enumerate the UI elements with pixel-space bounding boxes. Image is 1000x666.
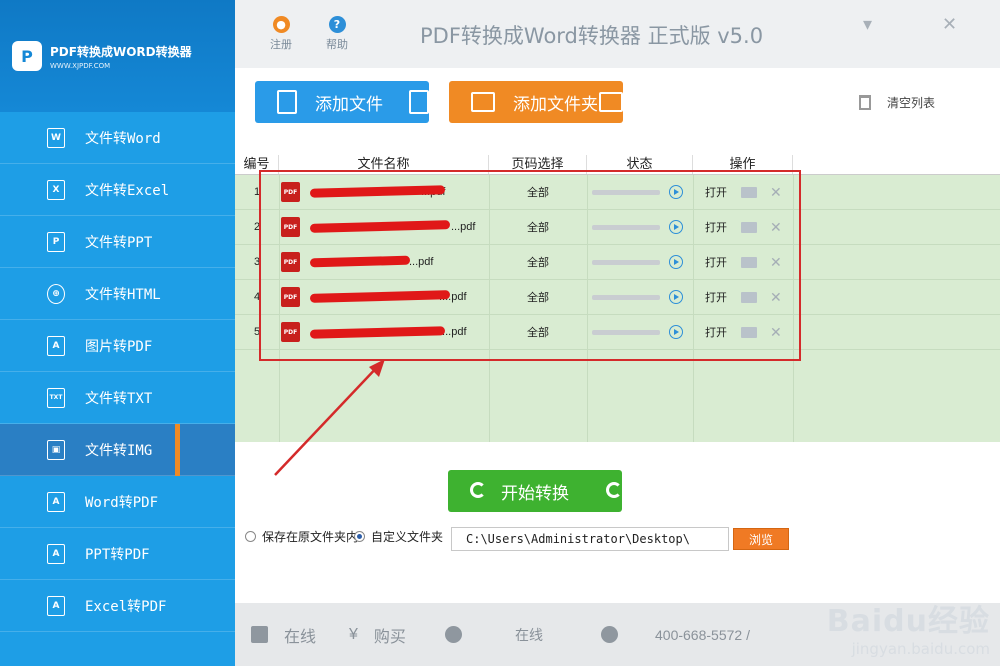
pdf-doc-icon: A xyxy=(47,543,65,564)
sidebar-item-file-to-ppt[interactable]: P 文件转PPT xyxy=(0,216,235,268)
brand-header: P PDF转换成WORD转换器 WWW.XJPDF.COM xyxy=(0,0,235,112)
add-file-label: 添加文件 xyxy=(315,94,383,115)
word-icon: W xyxy=(47,127,65,148)
txt-icon: TXT xyxy=(47,387,65,408)
sidebar-item-label: 文件转IMG xyxy=(85,442,153,459)
online-service-label: 在线 xyxy=(284,628,317,646)
brand-name: PDF转换成WORD转换器 xyxy=(50,44,192,59)
file-icon xyxy=(409,90,429,114)
add-folder-label: 添加文件夹 xyxy=(513,94,598,115)
sidebar-item-ppt-to-pdf[interactable]: A PPT转PDF xyxy=(0,528,235,580)
phone-icon-wrap xyxy=(601,626,634,643)
sidebar-item-label: Excel转PDF xyxy=(85,598,167,615)
sidebar-item-label: 文件转TXT xyxy=(85,390,153,407)
sidebar-item-file-to-word[interactable]: W 文件转Word xyxy=(0,112,235,164)
pdf-doc-icon: A xyxy=(47,335,65,356)
phone-number: 400-668-5572 / xyxy=(655,626,750,643)
globe-icon: ⊕ xyxy=(47,283,65,304)
register-button[interactable]: ● 注册 xyxy=(263,16,299,52)
pdf-doc-icon: A xyxy=(47,595,65,616)
brand-url: WWW.XJPDF.COM xyxy=(50,61,111,70)
yen-icon: ¥ xyxy=(349,625,358,643)
save-custom-radio[interactable] xyxy=(354,531,366,542)
user-icon: ● xyxy=(272,16,290,33)
sidebar-item-label: PPT转PDF xyxy=(85,546,150,563)
save-custom-label: 自定义文件夹 xyxy=(371,530,444,544)
save-location: 保存在原文件夹内 自定义文件夹 xyxy=(245,528,443,545)
register-label: 注册 xyxy=(270,39,292,51)
browse-button[interactable]: 浏览 xyxy=(733,528,789,550)
baidu-watermark: Baidu经验 jingyan.baidu.com xyxy=(827,596,990,658)
document-icon xyxy=(251,626,268,643)
start-convert-label: 开始转换 xyxy=(501,483,569,504)
output-path-input[interactable]: C:\Users\Administrator\Desktop\ xyxy=(451,527,729,551)
sidebar-item-file-to-excel[interactable]: X 文件转Excel xyxy=(0,164,235,216)
add-file-button[interactable]: 添加文件 xyxy=(255,81,429,123)
sidebar-item-label: 文件转HTML xyxy=(85,286,161,303)
online-service-button[interactable]: 在线 xyxy=(251,623,316,647)
folder-icon xyxy=(471,92,495,112)
watermark-url: jingyan.baidu.com xyxy=(851,640,990,658)
sidebar-item-label: Word转PDF xyxy=(85,494,159,511)
app-logo-icon: P xyxy=(12,41,42,71)
sidebar: P PDF转换成WORD转换器 WWW.XJPDF.COM W 文件转Word X… xyxy=(0,0,235,666)
file-icon xyxy=(277,90,297,114)
sidebar-item-image-to-pdf[interactable]: A 图片转PDF xyxy=(0,320,235,372)
annotation-box xyxy=(259,170,801,361)
sidebar-item-file-to-img[interactable]: ▣ 文件转IMG xyxy=(0,424,235,476)
help-button[interactable]: ? 帮助 xyxy=(319,16,355,52)
sidebar-item-excel-to-pdf[interactable]: A Excel转PDF xyxy=(0,580,235,632)
sidebar-item-label: 文件转Excel xyxy=(85,182,170,199)
start-convert-button[interactable]: 开始转换 xyxy=(448,470,622,512)
main-panel: ● 注册 ? 帮助 PDF转换成Word转换器 正式版 v5.0 ▾ ✕ 添加文… xyxy=(235,0,1000,666)
save-original-label: 保存在原文件夹内 xyxy=(262,530,359,544)
sidebar-item-label: 文件转PPT xyxy=(85,234,153,251)
sidebar-item-file-to-html[interactable]: ⊕ 文件转HTML xyxy=(0,268,235,320)
app-title: PDF转换成Word转换器 正式版 v5.0 xyxy=(420,24,764,48)
sidebar-item-file-to-txt[interactable]: TXT 文件转TXT xyxy=(0,372,235,424)
qq-icon xyxy=(445,626,462,643)
pdf-doc-icon: A xyxy=(47,491,65,512)
phone-icon xyxy=(601,626,618,643)
annotation-arrow xyxy=(274,359,385,476)
excel-icon: X xyxy=(47,179,65,200)
clear-list-button[interactable]: 清空列表 xyxy=(858,94,935,111)
save-original-radio[interactable] xyxy=(245,531,256,542)
title-bar: ● 注册 ? 帮助 PDF转换成Word转换器 正式版 v5.0 ▾ ✕ xyxy=(235,0,1000,68)
trash-icon xyxy=(858,95,871,110)
qq-icon-button[interactable] xyxy=(445,626,478,643)
buy-button[interactable]: ¥ 购买 xyxy=(349,623,406,647)
help-label: 帮助 xyxy=(326,39,348,51)
refresh-icon xyxy=(606,482,622,498)
refresh-icon xyxy=(470,482,486,498)
folder-icon xyxy=(599,92,623,112)
minimize-icon[interactable]: ▾ xyxy=(863,14,872,35)
ppt-icon: P xyxy=(47,231,65,252)
sidebar-item-word-to-pdf[interactable]: A Word转PDF xyxy=(0,476,235,528)
help-icon: ? xyxy=(328,16,346,33)
sidebar-item-label: 文件转Word xyxy=(85,130,161,147)
add-folder-button[interactable]: 添加文件夹 xyxy=(449,81,623,123)
sidebar-item-label: 图片转PDF xyxy=(85,338,153,355)
close-icon[interactable]: ✕ xyxy=(942,14,957,35)
online-status: 在线 xyxy=(515,626,543,643)
watermark-logo: Baidu经验 xyxy=(826,604,990,639)
clear-list-label: 清空列表 xyxy=(886,96,935,110)
image-icon: ▣ xyxy=(47,439,65,460)
buy-label: 购买 xyxy=(373,628,406,646)
